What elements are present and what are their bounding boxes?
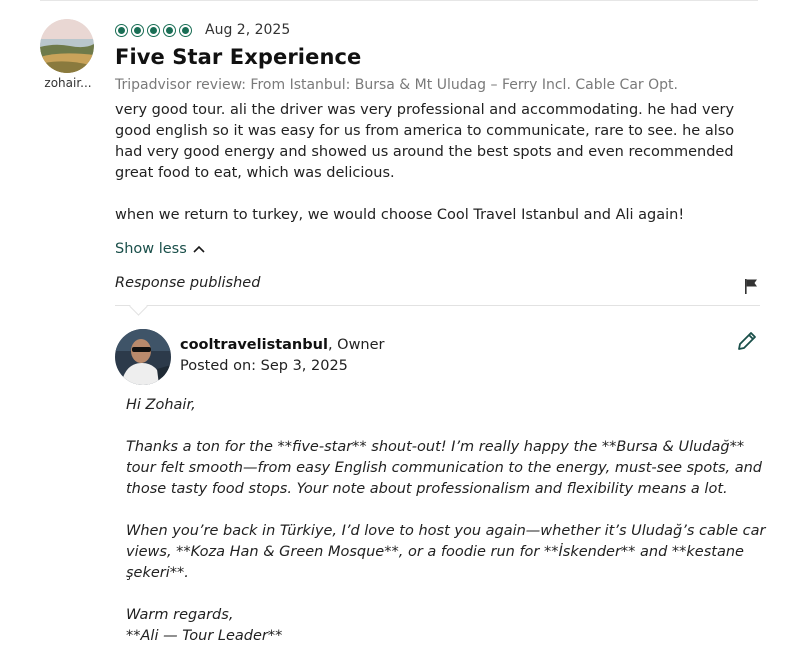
show-less-label: Show less (115, 241, 187, 257)
response-posted-date: Posted on: Sep 3, 2025 (180, 358, 348, 374)
response-paragraph: Thanks a ton for the **five-star** shout… (126, 439, 762, 497)
chevron-up-icon (193, 245, 205, 253)
owner-avatar[interactable] (115, 329, 171, 385)
top-divider (40, 0, 758, 1)
show-less-button[interactable]: Show less (115, 241, 205, 257)
response-closing: Warm regards, (126, 607, 234, 623)
rating-bubble-icon (179, 24, 192, 37)
review-date: Aug 2, 2025 (205, 22, 291, 38)
rating-bubble-icon (147, 24, 160, 37)
owner-role: , Owner (327, 337, 385, 353)
review-body-paragraph: very good tour. ali the driver was very … (115, 102, 735, 181)
response-pointer (129, 297, 148, 316)
review-source: Tripadvisor review: From Istanbul: Bursa… (115, 77, 678, 93)
response-paragraph: When you’re back in Türkiye, I’d love to… (126, 523, 766, 581)
owner-name[interactable]: cooltravelistanbul (180, 337, 328, 353)
rating-bubbles (115, 24, 192, 37)
response-signature: **Ali — Tour Leader** (126, 628, 283, 644)
response-greeting: Hi Zohair, (126, 397, 196, 413)
flag-icon[interactable] (743, 278, 759, 294)
owner-line: cooltravelistanbul, Owner (180, 337, 385, 353)
review-title: Five Star Experience (115, 45, 362, 69)
response-divider (115, 305, 760, 306)
rating-bubble-icon (163, 24, 176, 37)
response-status: Response published (115, 275, 261, 291)
review-body: very good tour. ali the driver was very … (115, 100, 765, 247)
review-body-paragraph: when we return to turkey, we would choos… (115, 207, 685, 223)
edit-pencil-icon[interactable] (736, 330, 758, 352)
rating-bubble-icon (131, 24, 144, 37)
response-text: Hi Zohair, Thanks a ton for the **five-s… (126, 395, 766, 647)
reviewer[interactable]: zohair... (40, 19, 96, 90)
rating-bubble-icon (115, 24, 128, 37)
reviewer-name[interactable]: zohair... (40, 76, 96, 90)
reviewer-avatar[interactable] (40, 19, 94, 73)
